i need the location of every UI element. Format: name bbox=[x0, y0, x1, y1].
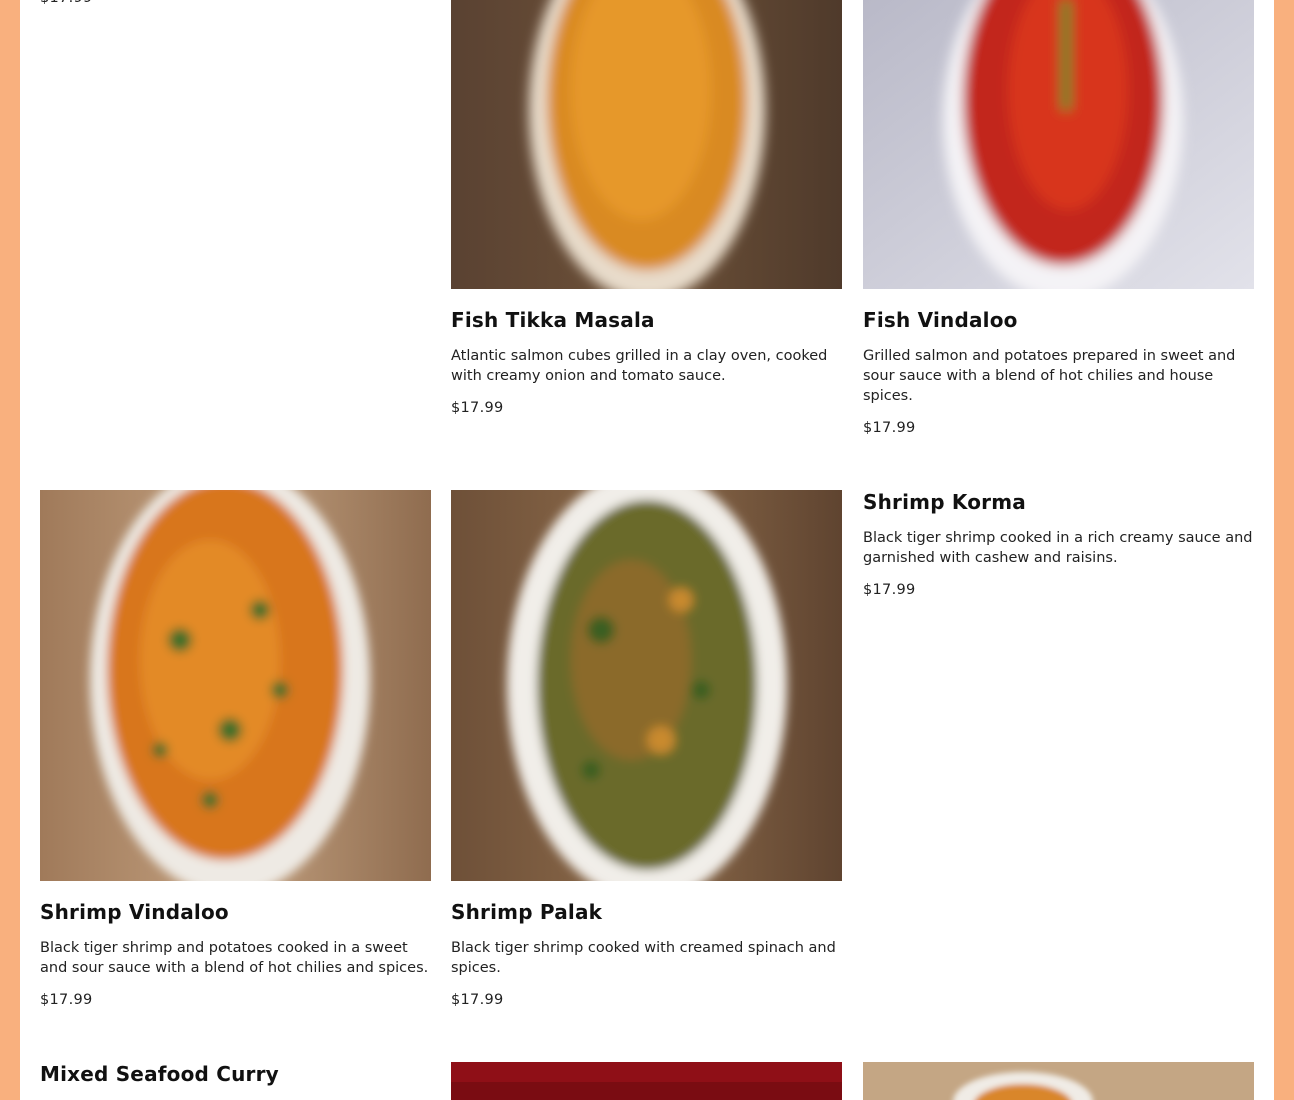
item-price: $17.99 bbox=[863, 420, 916, 436]
item-name: Shrimp Vindaloo bbox=[40, 900, 229, 924]
item-description: Grilled salmon and potatoes prepared in … bbox=[863, 348, 1236, 404]
item-description: Black tiger shrimp cooked in a rich crea… bbox=[863, 530, 1253, 566]
food-photo[interactable] bbox=[863, 1062, 1254, 1100]
item-price: $17.99 bbox=[40, 0, 93, 8]
item-description: Black tiger shrimp cooked with creamed s… bbox=[451, 940, 836, 976]
item-description: Black tiger shrimp and potatoes cooked i… bbox=[40, 940, 429, 976]
item-name: Shrimp Korma bbox=[863, 490, 1026, 514]
food-photo[interactable] bbox=[451, 1062, 842, 1100]
item-price: $17.99 bbox=[451, 400, 504, 416]
item-name: Fish Vindaloo bbox=[863, 308, 1018, 332]
item-name: Fish Tikka Masala bbox=[451, 308, 655, 332]
food-photo[interactable] bbox=[863, 0, 1254, 289]
item-name: Mixed Seafood Curry bbox=[40, 1062, 279, 1086]
food-photo[interactable] bbox=[40, 490, 431, 881]
item-price: $17.99 bbox=[451, 992, 504, 1008]
item-price: $17.99 bbox=[863, 582, 916, 598]
food-photo[interactable] bbox=[451, 0, 842, 289]
item-price: $17.99 bbox=[40, 992, 93, 1008]
item-description: Atlantic salmon cubes grilled in a clay … bbox=[451, 348, 828, 384]
item-name: Shrimp Palak bbox=[451, 900, 603, 924]
menu-page: $17.99 Fish Tikka Masala Atlantic bbox=[20, 0, 1274, 1100]
food-photo[interactable] bbox=[451, 490, 842, 881]
